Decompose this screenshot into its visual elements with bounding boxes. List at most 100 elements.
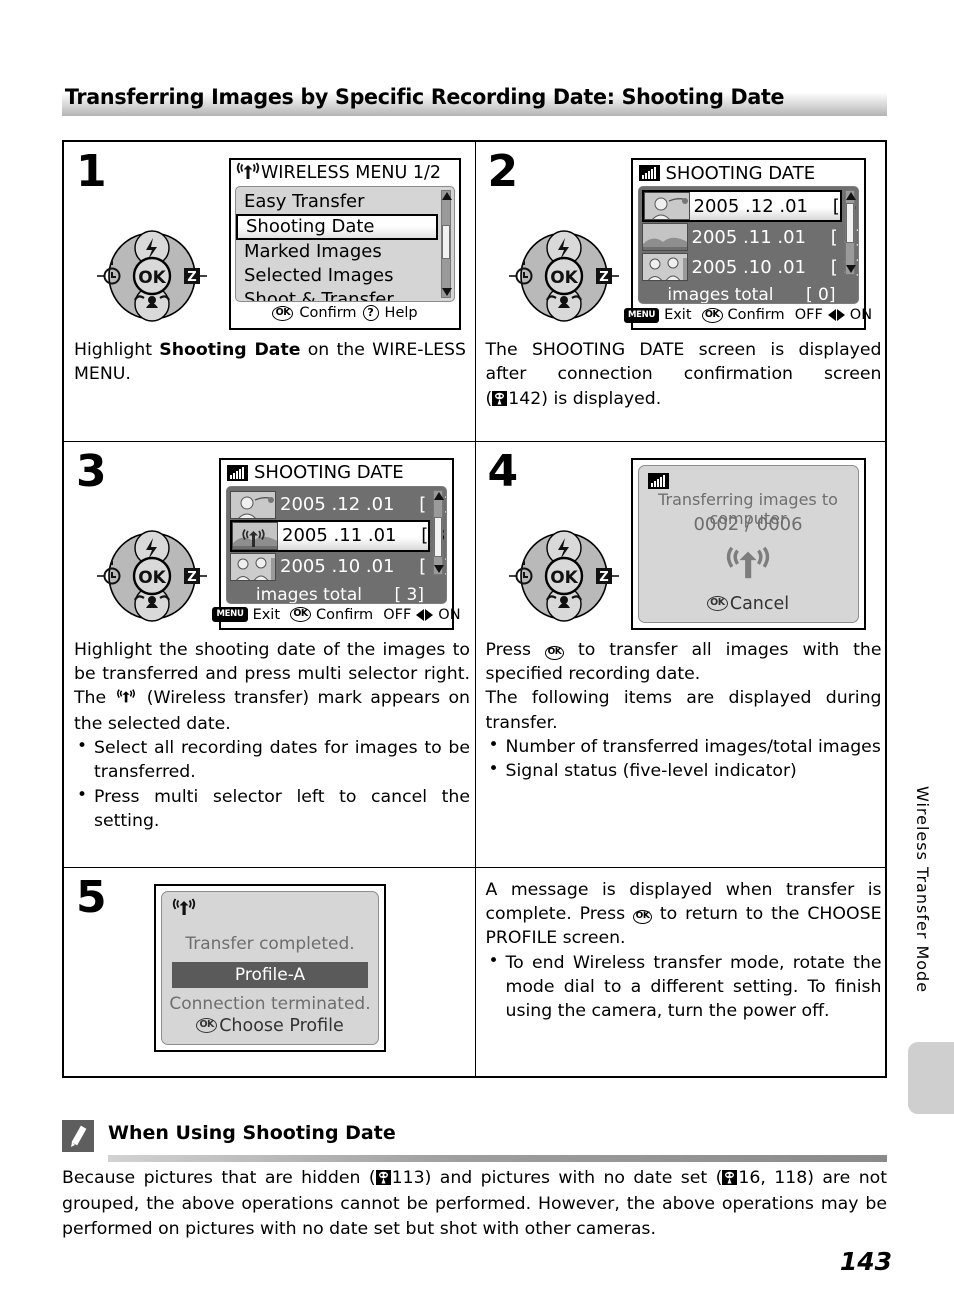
step-cell-3: 3 OK Z SHOOTING DATE 2005 .12 .01 [2005… bbox=[62, 440, 476, 868]
images-total-row: images total [ 0] bbox=[639, 283, 858, 304]
thumbnail-group bbox=[230, 552, 276, 581]
transfer-progress-panel: Transferring images to computer 0002 / 0… bbox=[637, 464, 859, 623]
step-2-line-2: (142) is displayed. bbox=[486, 387, 882, 411]
ok-badge-icon: OK bbox=[632, 909, 652, 924]
step-2-line-1: after connection confirmation screen bbox=[485, 364, 882, 385]
ok-badge-icon: OK bbox=[272, 305, 294, 321]
note-title: When Using Shooting Date bbox=[108, 1122, 396, 1144]
lcd-shooting-date-2: SHOOTING DATE 2005 .12 .01 [2005 .11 .0… bbox=[623, 158, 872, 330]
scrollbar-thumb[interactable] bbox=[442, 225, 450, 259]
list-item[interactable]: 2005 .11 .01[ 3] bbox=[641, 222, 858, 252]
step-1-text-part-0: Highlight bbox=[74, 340, 160, 360]
page-title: Transferring Images by Specific Recordin… bbox=[64, 84, 785, 110]
lcd-title-text: SHOOTING DATE bbox=[665, 162, 816, 184]
page-reference-icon bbox=[492, 390, 508, 406]
list-item-date: 2005 .12 .01 bbox=[693, 195, 809, 217]
scroll-down-arrow-icon[interactable] bbox=[434, 564, 444, 573]
confirm-label: Confirm bbox=[299, 305, 357, 321]
scroll-up-arrow-icon[interactable] bbox=[434, 491, 444, 500]
step-4-text: Press OK to transfer all images with the… bbox=[486, 638, 882, 784]
page-reference-icon bbox=[722, 1170, 738, 1185]
step-5-text: A message is displayed when transfer is … bbox=[486, 878, 882, 1024]
exit-label: Exit bbox=[252, 606, 281, 623]
list-item[interactable]: 2005 .11 .01[ 3] bbox=[230, 519, 446, 552]
lcd-title-row: SHOOTING DATE bbox=[633, 160, 864, 186]
scrollbar[interactable] bbox=[844, 190, 856, 275]
step-cell-2: 2 OK Z SHOOTING DATE 2005 .12 .01 [2005… bbox=[474, 140, 887, 442]
svg-text:Z: Z bbox=[599, 570, 608, 585]
cancel-action[interactable]: OK Cancel bbox=[639, 594, 858, 614]
step-5-bullets: To end Wireless transfer mode, rotate th… bbox=[486, 950, 882, 1024]
list-item[interactable]: 2005 .10 .01[ 2] bbox=[641, 252, 858, 282]
menu-item-label: Shoot & Transfer bbox=[244, 289, 394, 302]
menu-item-marked-images[interactable]: Marked Images bbox=[236, 240, 454, 264]
step-4-bullets: Number of transferred images/total image… bbox=[486, 734, 882, 784]
scrollbar-thumb[interactable] bbox=[434, 516, 442, 557]
list-item-date: 2005 .10 .01 bbox=[691, 256, 807, 278]
side-tab-label: Wireless Transfer Mode bbox=[913, 786, 932, 994]
wireless-menu-list: Easy Transfer Shooting Date Marked Image… bbox=[235, 186, 455, 302]
exit-label: Exit bbox=[664, 307, 692, 323]
step-number-5: 5 bbox=[76, 871, 107, 923]
step-number-4: 4 bbox=[487, 445, 519, 497]
thumbnail-landscape-with-wireless-mark bbox=[232, 521, 278, 550]
step-cell-4: 4 OK Z Transferring images to computer 0… bbox=[474, 440, 887, 868]
note-ref-2: 16, 118 bbox=[738, 1168, 808, 1188]
step-cell-1: 1 OK Z WIRELESS MENU 1/2 Easy Transfer S… bbox=[62, 140, 476, 442]
scrollbar[interactable] bbox=[441, 190, 452, 298]
menu-item-shooting-date[interactable]: Shooting Date bbox=[236, 214, 450, 240]
list-item: Select all recording dates for images to… bbox=[74, 735, 470, 785]
menu-item-shoot-and-transfer[interactable]: Shoot & Transfer bbox=[236, 288, 454, 302]
transfer-complete-panel: Transfer completed. Profile-A Connection… bbox=[161, 890, 379, 1045]
side-section-tab bbox=[908, 1042, 954, 1114]
menu-item-selected-images[interactable]: Selected Images bbox=[236, 264, 454, 288]
step-4-paragraph-1: Press OK to transfer all images with the… bbox=[486, 638, 882, 687]
lcd-transfer-progress: Transferring images to computer 0002 / 0… bbox=[630, 457, 866, 630]
ok-badge-icon: OK bbox=[196, 1018, 218, 1033]
menu-item-label: Easy Transfer bbox=[244, 191, 365, 212]
list-item-text: 2005 .12 .01[ 5] bbox=[693, 195, 858, 217]
page-title-banner: Transferring Images by Specific Recordin… bbox=[62, 78, 887, 116]
off-label: OFF bbox=[794, 307, 823, 323]
page-number: 143 bbox=[839, 1247, 892, 1276]
left-right-arrow-icon bbox=[416, 608, 434, 621]
images-total-label: images total bbox=[667, 285, 774, 304]
scrollbar-thumb[interactable] bbox=[845, 203, 854, 243]
list-item[interactable]: 2005 .12 .01[ 5] bbox=[230, 490, 446, 520]
steps-table: 1 OK Z WIRELESS MENU 1/2 Easy Transfer S… bbox=[62, 140, 887, 1078]
page-reference-icon bbox=[375, 1170, 391, 1185]
menu-item-easy-transfer[interactable]: Easy Transfer bbox=[236, 190, 454, 214]
svg-text:Z: Z bbox=[187, 270, 196, 285]
off-label: OFF bbox=[383, 606, 412, 623]
note-ref-1: 113 bbox=[391, 1168, 425, 1188]
svg-text:OK: OK bbox=[138, 268, 166, 288]
table-row-step-5: 5 Transfer completed. Profile-A Connecti… bbox=[62, 866, 887, 1077]
choose-profile-label: Choose Profile bbox=[219, 1015, 344, 1036]
step-4-para-a: Press bbox=[485, 639, 545, 660]
wireless-transmit-icon bbox=[639, 544, 858, 586]
list-item[interactable]: 2005 .10 .01[ 2] bbox=[230, 552, 446, 582]
images-total-count: [ 0] bbox=[806, 285, 836, 304]
scrollbar[interactable] bbox=[433, 489, 444, 575]
ok-badge-icon: OK bbox=[706, 596, 728, 611]
lcd-title-text: SHOOTING DATE bbox=[254, 462, 404, 483]
list-item-date: 2005 .11 .01 bbox=[691, 226, 807, 248]
list-item[interactable]: 2005 .12 .01[ 5] bbox=[641, 190, 858, 222]
step-2-line-0: The SHOOTING DATE screen is displayed bbox=[485, 340, 882, 360]
connection-terminated-message: Connection terminated. bbox=[169, 993, 371, 1014]
ok-badge-icon: OK bbox=[701, 307, 723, 323]
lcd-footer: OK Confirm ? Help bbox=[231, 302, 459, 324]
list-item: To end Wireless transfer mode, rotate th… bbox=[486, 950, 882, 1024]
thumbnail-landscape bbox=[641, 223, 688, 251]
scroll-up-arrow-icon[interactable] bbox=[845, 192, 856, 200]
scroll-down-arrow-icon[interactable] bbox=[442, 288, 452, 296]
list-item: Signal status (five-level indicator) bbox=[486, 758, 882, 783]
multi-selector-graphic-3: OK Z bbox=[96, 528, 208, 624]
scroll-down-arrow-icon[interactable] bbox=[845, 265, 856, 273]
scroll-up-arrow-icon[interactable] bbox=[442, 192, 452, 200]
thumbnail-portrait bbox=[230, 490, 276, 519]
lcd-title-row: WIRELESS MENU 1/2 bbox=[231, 160, 459, 186]
choose-profile-action[interactable]: OK Choose Profile bbox=[162, 1016, 378, 1036]
menu-item-label: Shooting Date bbox=[246, 216, 375, 237]
svg-text:Z: Z bbox=[599, 270, 608, 285]
